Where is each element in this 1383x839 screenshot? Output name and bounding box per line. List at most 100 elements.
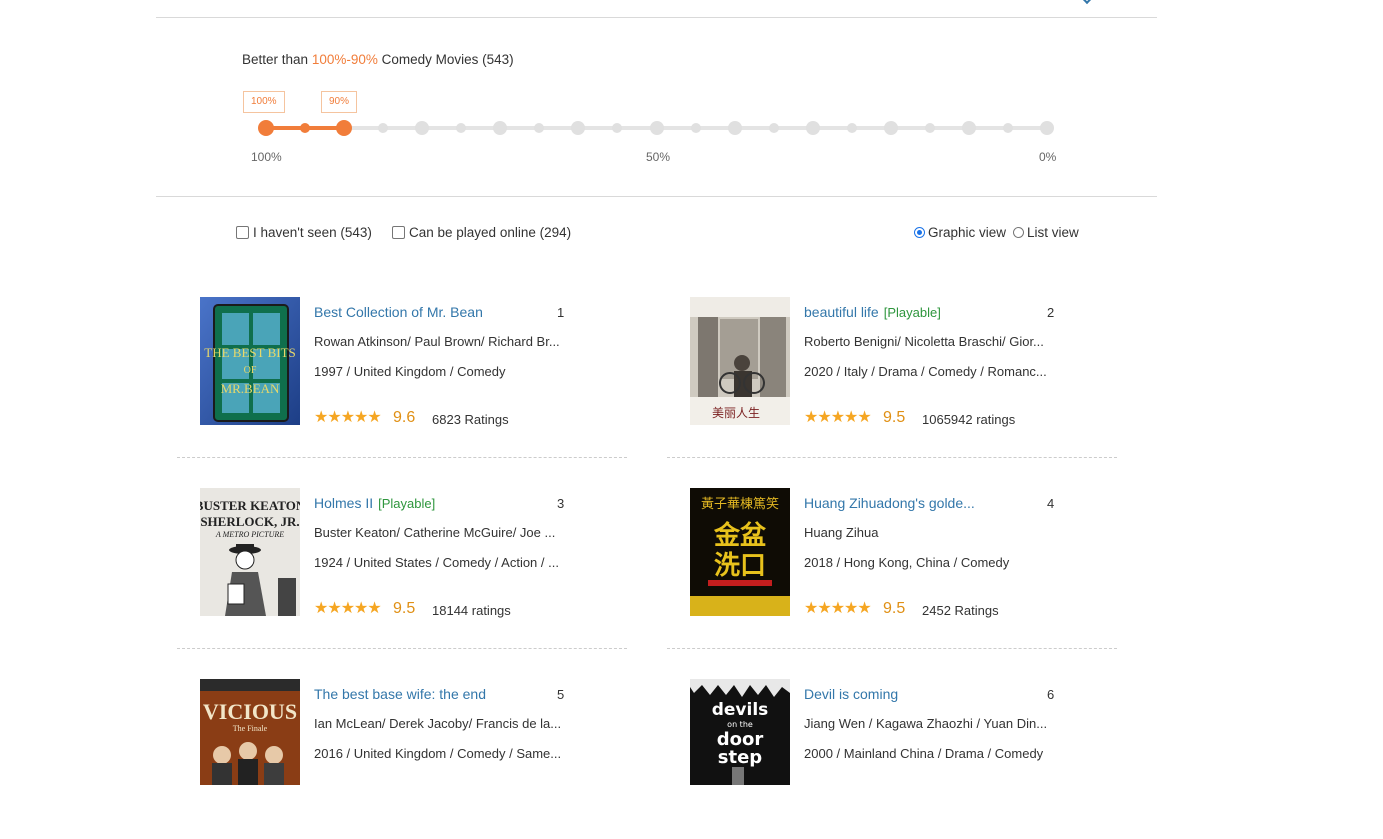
card-divider bbox=[667, 648, 1117, 649]
movie-info: 2020 / Italy / Drama / Comedy / Romanc..… bbox=[804, 364, 1047, 379]
movie-title[interactable]: Devil is coming bbox=[804, 686, 903, 702]
checkbox-icon[interactable] bbox=[236, 226, 249, 239]
rating-stars: ★★★★★ bbox=[314, 409, 382, 426]
graphic-view-radio[interactable]: Graphic view bbox=[914, 225, 1006, 240]
filter-suffix: Comedy Movies (543) bbox=[381, 52, 514, 67]
movie-cast: Ian McLean/ Derek Jacoby/ Francis de la.… bbox=[314, 716, 562, 731]
slider-handle[interactable] bbox=[336, 120, 353, 136]
movie-rank: 2 bbox=[1047, 305, 1055, 320]
movie-poster[interactable]: VICIOUS The Finale bbox=[200, 679, 300, 785]
slider-step-dot[interactable] bbox=[727, 121, 742, 135]
graphic-view-label: Graphic view bbox=[928, 225, 1007, 240]
slider-step-dot[interactable] bbox=[846, 123, 857, 133]
movie-cast: Rowan Atkinson/ Paul Brown/ Richard Br..… bbox=[314, 334, 560, 349]
svg-text:The Finale: The Finale bbox=[233, 724, 268, 733]
svg-text:美丽人生: 美丽人生 bbox=[712, 406, 760, 420]
tick-0: 0% bbox=[1039, 150, 1057, 164]
rating-count: 6823 Ratings bbox=[432, 412, 509, 427]
movie-card[interactable]: 美丽人生 beautiful life [Playable] 2 Roberto … bbox=[667, 297, 1117, 458]
radio-icon[interactable] bbox=[1013, 227, 1024, 238]
movie-poster[interactable]: 黃子華棟篤笑 金盆 洗口 bbox=[690, 488, 790, 616]
slider-handle[interactable] bbox=[258, 120, 274, 136]
svg-text:黃子華棟篤笑: 黃子華棟篤笑 bbox=[701, 496, 779, 512]
movie-card[interactable]: devils on the door step Devil is coming … bbox=[667, 679, 1117, 839]
movie-poster[interactable]: THE BEST BITS OF MR.BEAN bbox=[200, 297, 300, 425]
playable-checkbox[interactable]: Can be played online (294) bbox=[392, 225, 571, 240]
slider-step-dot[interactable] bbox=[690, 123, 701, 133]
slider-step-dot[interactable] bbox=[493, 121, 508, 135]
svg-text:SHERLOCK, JR.: SHERLOCK, JR. bbox=[200, 514, 299, 529]
slider-step-dot[interactable] bbox=[415, 121, 430, 135]
movie-info: 1997 / United Kingdom / Comedy bbox=[314, 364, 506, 379]
movie-title[interactable]: Best Collection of Mr. Bean bbox=[314, 304, 488, 320]
movie-poster[interactable]: devils on the door step bbox=[690, 679, 790, 785]
rating-count: 18144 ratings bbox=[432, 603, 511, 618]
rating-count: 2452 Ratings bbox=[922, 603, 999, 618]
rating-stars: ★★★★★ bbox=[314, 600, 382, 617]
slider-step-dot[interactable] bbox=[805, 121, 820, 135]
movie-title[interactable]: The best base wife: the end bbox=[314, 686, 491, 702]
movie-cast: Huang Zihua bbox=[804, 525, 879, 540]
slider-step-dot[interactable] bbox=[300, 123, 311, 133]
card-divider bbox=[667, 457, 1117, 458]
slider-step-dot[interactable] bbox=[961, 121, 976, 135]
card-divider bbox=[177, 457, 627, 458]
movie-cast: Roberto Benigni/ Nicoletta Braschi/ Gior… bbox=[804, 334, 1044, 349]
movie-title[interactable]: beautiful life [Playable] bbox=[804, 304, 941, 320]
not-seen-count: (543) bbox=[340, 225, 372, 240]
playable-label: Can be played online bbox=[409, 225, 536, 240]
rating-count: 1065942 ratings bbox=[922, 412, 1016, 427]
slider-step-dot[interactable] bbox=[768, 123, 779, 133]
card-divider bbox=[177, 648, 627, 649]
list-view-radio[interactable]: List view bbox=[1013, 225, 1079, 240]
movie-card[interactable]: VICIOUS The Finale The best base wife: t… bbox=[177, 679, 627, 839]
slider-step-dot[interactable] bbox=[534, 123, 545, 133]
movie-cast: Jiang Wen / Kagawa Zhaozhi / Yuan Din... bbox=[804, 716, 1048, 731]
svg-text:MR.BEAN: MR.BEAN bbox=[221, 381, 280, 396]
svg-text:on the: on the bbox=[727, 720, 753, 729]
svg-text:step: step bbox=[718, 747, 763, 768]
movie-info: 2018 / Hong Kong, China / Comedy bbox=[804, 555, 1010, 570]
svg-text:OF: OF bbox=[244, 365, 257, 376]
filter-range: 100%-90% bbox=[311, 52, 378, 67]
movie-cast: Buster Keaton/ Catherine McGuire/ Joe ..… bbox=[314, 525, 556, 540]
rating-score: 9.5 bbox=[393, 600, 416, 617]
movie-card[interactable]: 黃子華棟篤笑 金盆 洗口 Huang Zihuadong's golde... … bbox=[667, 488, 1117, 649]
rating-score: 9.6 bbox=[393, 409, 416, 426]
radio-selected-icon[interactable] bbox=[914, 227, 925, 238]
checkbox-icon[interactable] bbox=[392, 226, 405, 239]
not-seen-checkbox[interactable]: I haven't seen (543) bbox=[236, 225, 372, 240]
svg-text:VICIOUS: VICIOUS bbox=[203, 699, 297, 724]
slider-step-dot[interactable] bbox=[456, 123, 467, 133]
tick-50: 50% bbox=[646, 150, 671, 164]
movie-title[interactable]: Huang Zihuadong's golde... bbox=[804, 495, 980, 511]
not-seen-label: I haven't seen bbox=[253, 225, 337, 240]
slider-step-dot[interactable] bbox=[612, 123, 623, 133]
movie-title[interactable]: Holmes II [Playable] bbox=[314, 495, 435, 511]
slider-left-value: 100% bbox=[243, 91, 285, 113]
movie-rank: 4 bbox=[1047, 496, 1055, 511]
slider-step-dot[interactable] bbox=[571, 121, 586, 135]
slider-step-dot[interactable] bbox=[378, 123, 389, 133]
movie-poster[interactable]: BUSTER KEATON SHERLOCK, JR. A METRO PICT… bbox=[200, 488, 300, 616]
rating-score: 9.5 bbox=[883, 600, 906, 617]
movie-rank: 1 bbox=[557, 305, 565, 320]
playable-tag: [Playable] bbox=[883, 305, 941, 320]
filter-prefix: Better than bbox=[242, 52, 309, 67]
rating-stars: ★★★★★ bbox=[804, 600, 872, 617]
rating-stars: ★★★★★ bbox=[804, 409, 872, 426]
movie-info: 1924 / United States / Comedy / Action /… bbox=[314, 555, 559, 570]
slider-step-dot[interactable] bbox=[649, 121, 664, 135]
filter-title: Better than 100%-90% Comedy Movies (543) bbox=[242, 52, 514, 67]
slider-step-dot[interactable] bbox=[1002, 123, 1013, 133]
movie-poster[interactable]: 美丽人生 bbox=[690, 297, 790, 425]
slider-step-dot[interactable] bbox=[924, 123, 935, 133]
slider-step-dot[interactable] bbox=[883, 121, 898, 135]
movie-card[interactable]: THE BEST BITS OF MR.BEAN Best Collection… bbox=[177, 297, 627, 458]
chevron-down-icon[interactable] bbox=[1079, 0, 1095, 5]
svg-text:THE BEST BITS: THE BEST BITS bbox=[204, 345, 296, 360]
svg-text:金盆: 金盆 bbox=[713, 520, 767, 551]
movie-info: 2016 / United Kingdom / Comedy / Same... bbox=[314, 746, 562, 761]
movie-card[interactable]: BUSTER KEATON SHERLOCK, JR. A METRO PICT… bbox=[177, 488, 627, 649]
slider-step-dot[interactable] bbox=[1040, 121, 1054, 135]
